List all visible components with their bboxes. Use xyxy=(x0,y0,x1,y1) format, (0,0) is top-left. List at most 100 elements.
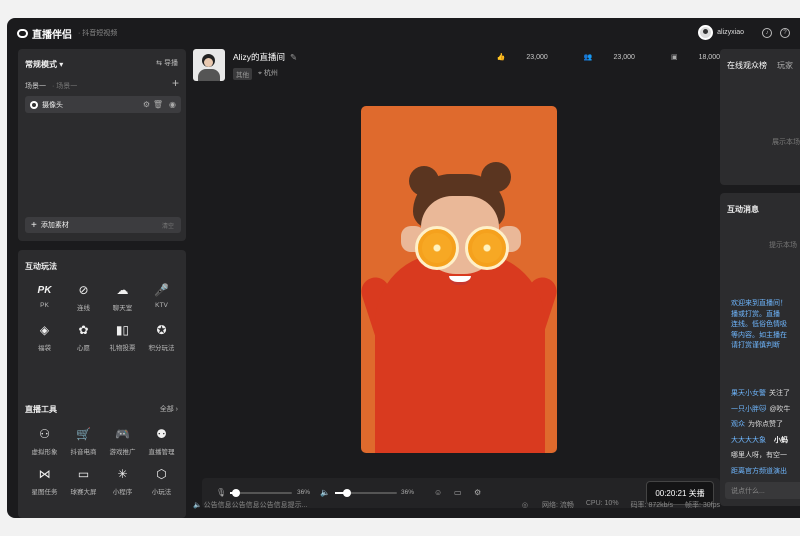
speaker-volume-slider[interactable] xyxy=(335,489,397,497)
tool-item-label: 虚拟形象 xyxy=(31,449,58,456)
interactive-item-lucky-bag[interactable]: ◈ 福袋 xyxy=(25,322,64,352)
message-user[interactable]: 一只小胖🐱 xyxy=(731,406,766,413)
tool-item-label: 抖音电商 xyxy=(70,449,97,456)
message-user[interactable]: 大大大大象 xyxy=(731,437,766,444)
message-user[interactable]: 果天小女警 xyxy=(731,390,766,397)
delete-icon[interactable]: 🗑 xyxy=(153,100,163,109)
thumbs-up-icon: 👍 xyxy=(496,54,506,61)
tool-item-mini-game[interactable]: ⬡ 小玩法 xyxy=(142,466,181,496)
pk-icon: PK xyxy=(37,284,52,296)
announcement[interactable]: 🔈 公告信息公告信息公告信息提示... xyxy=(193,500,308,510)
network-icon: ◎ xyxy=(521,502,529,509)
interactive-item-chatroom[interactable]: ☁ 聊天室 xyxy=(103,282,142,312)
tab-audience[interactable]: 在线观众榜 xyxy=(727,61,767,70)
speaker-icon[interactable]: 🔈 xyxy=(320,488,330,497)
add-scene-icon[interactable]: + xyxy=(172,76,179,90)
interactive-grid: PK PK ⊘ 连线 ☁ 聊天室 🎤 KTV ◈ 福袋 ✿ 心愿 ▮▯ 礼物投票 ✪ 积分玩法 xyxy=(25,282,181,352)
vote-chart-icon: ▮▯ xyxy=(115,323,130,337)
interactive-item-microphone[interactable]: 🎤 KTV xyxy=(142,282,181,312)
scene-tab-1[interactable]: 场景一 xyxy=(25,83,46,90)
video-preview[interactable] xyxy=(361,106,557,453)
tool-item-screen[interactable]: ▭ 球赛大屏 xyxy=(64,466,103,496)
bitrate-status: 码率: 872kb/s xyxy=(630,502,673,509)
chevron-right-icon: › xyxy=(175,406,178,413)
message-user[interactable]: 观众 xyxy=(731,421,745,428)
visibility-icon[interactable]: ◉ xyxy=(169,100,176,109)
viewers-stat: 👥 23,000 xyxy=(583,54,635,61)
tool-item-cart[interactable]: 🛒 抖音电商 xyxy=(64,426,103,456)
interactive-item-pk[interactable]: PK PK xyxy=(25,282,64,312)
guide-button[interactable]: ⇆ 导播 xyxy=(156,58,178,68)
interactive-item-label: 连线 xyxy=(77,305,90,312)
interactive-item-points[interactable]: ✪ 积分玩法 xyxy=(142,322,181,352)
message-item: 哪里人呀，有空一 xyxy=(731,450,787,460)
interactive-item-label: KTV xyxy=(155,302,168,309)
tool-item-manage[interactable]: ⚉ 直播管理 xyxy=(142,426,181,456)
interactive-item-label: PK xyxy=(40,302,49,309)
camera-source-row[interactable]: 摄像头 ⚙ 🗑 ◉ xyxy=(25,96,181,113)
scene-tab-2[interactable]: · 场景一 xyxy=(52,83,77,90)
interactive-item-label: 积分玩法 xyxy=(148,345,175,352)
calendar-icon: ▣ xyxy=(670,54,678,61)
play-tools-panel: 互动玩法 PK PK ⊘ 连线 ☁ 聊天室 🎤 KTV ◈ 福袋 ✿ 心愿 ▮▯ 礼物投票 ✪ 积分玩法 直播… xyxy=(18,250,186,518)
interactive-title: 互动玩法 xyxy=(25,262,57,271)
lucky-bag-icon: ◈ xyxy=(39,323,50,337)
app-title: 直播伴侣 xyxy=(32,29,72,41)
message-user[interactable]: 距离官方频道演出 xyxy=(731,468,787,475)
tool-item-avatar[interactable]: ⚇ 虚拟形象 xyxy=(25,426,64,456)
clear-button[interactable]: 清空 xyxy=(162,221,174,230)
app-logo: 直播伴侣 · 抖音短视频 xyxy=(17,26,117,41)
camera-icon xyxy=(30,100,38,109)
message-item: 大大大大象 小蚂 xyxy=(731,435,788,445)
edit-icon[interactable]: ✎ xyxy=(290,52,297,62)
scene-panel: 常规模式 ▾ ⇆ 导播 场景一 · 场景一 + 摄像头 ⚙ 🗑 ◉ + 添加素材… xyxy=(18,49,186,241)
message-input[interactable]: 说点什么... xyxy=(725,482,800,499)
tab-players[interactable]: 玩家 xyxy=(777,61,793,70)
mini-game-icon: ⬡ xyxy=(156,467,167,481)
microphone-icon[interactable]: 🎙 xyxy=(216,488,226,497)
username[interactable]: alizyxiao xyxy=(717,29,744,36)
message-item: 观众 为你点赞了 xyxy=(731,419,783,429)
interactive-item-link[interactable]: ⊘ 连线 xyxy=(64,282,103,312)
category-tag[interactable]: 其他 xyxy=(233,68,252,80)
interactive-item-label: 聊天室 xyxy=(112,305,133,312)
tool-item-label: 球赛大屏 xyxy=(70,489,97,496)
message-text: 哪里人呀，有空一 xyxy=(731,452,787,459)
welcome-line: 请打赏谨慎判断 xyxy=(731,342,780,349)
tool-item-star-map[interactable]: ⋈ 星图任务 xyxy=(25,466,64,496)
tools-grid: ⚇ 虚拟形象 🛒 抖音电商 🎮 游戏推广 ⚉ 直播管理 ⋈ 星图任务 ▭ 球赛大屏 ✳ 小程序 ⬡ 小玩法 xyxy=(25,426,181,496)
add-material-button[interactable]: + 添加素材 清空 xyxy=(25,217,181,233)
mic-volume-slider[interactable] xyxy=(230,489,292,497)
stage: Alizy的直播间 ✎ 其他 ⌖ 杭州 👍 23,000 👥 23,000 ▣ 18,0… xyxy=(193,49,720,508)
mini-program-icon: ✳ xyxy=(117,467,128,481)
user-avatar[interactable] xyxy=(698,25,714,40)
chevron-down-icon: ▾ xyxy=(59,60,64,69)
room-name: Alizy的直播间 ✎ xyxy=(233,52,298,62)
help-icon[interactable]: ? xyxy=(780,27,790,38)
messages-title: 互动消息 xyxy=(727,205,759,214)
star-map-icon: ⋈ xyxy=(38,467,51,481)
headset-icon[interactable]: ♪ xyxy=(762,27,772,38)
camera-switch-icon[interactable]: ▭ xyxy=(454,488,462,497)
avatar-icon: ⚇ xyxy=(39,427,50,441)
host-avatar[interactable] xyxy=(193,49,225,81)
manage-icon: ⚉ xyxy=(156,427,167,441)
tool-item-mini-program[interactable]: ✳ 小程序 xyxy=(103,466,142,496)
interactive-item-label: 福袋 xyxy=(38,345,51,352)
tool-item-gamepad[interactable]: 🎮 游戏推广 xyxy=(103,426,142,456)
cpu-status: CPU: 10% xyxy=(585,500,619,507)
settings-icon[interactable]: ⚙ xyxy=(474,488,481,497)
title-bar: 直播伴侣 · 抖音短视频 alizyxiao ♪ ? xyxy=(7,18,800,48)
network-status: ◎ 网络: 流畅 xyxy=(521,502,574,509)
likes-stat: 👍 23,000 xyxy=(496,54,548,61)
logo-icon xyxy=(17,28,28,38)
all-tools-link[interactable]: 全部 › xyxy=(160,404,178,414)
mode-select[interactable]: 常规模式 ▾ xyxy=(25,59,63,70)
interactive-item-vote-chart[interactable]: ▮▯ 礼物投票 xyxy=(103,322,142,352)
beauty-icon[interactable]: ☺ xyxy=(434,488,442,497)
message-text: 小蚂 xyxy=(774,436,788,444)
interactive-item-wish[interactable]: ✿ 心愿 xyxy=(64,322,103,352)
fps-status: 帧率: 30fps xyxy=(684,502,720,509)
app-subtitle: · 抖音短视频 xyxy=(78,30,118,37)
settings-icon[interactable]: ⚙ xyxy=(143,100,150,109)
